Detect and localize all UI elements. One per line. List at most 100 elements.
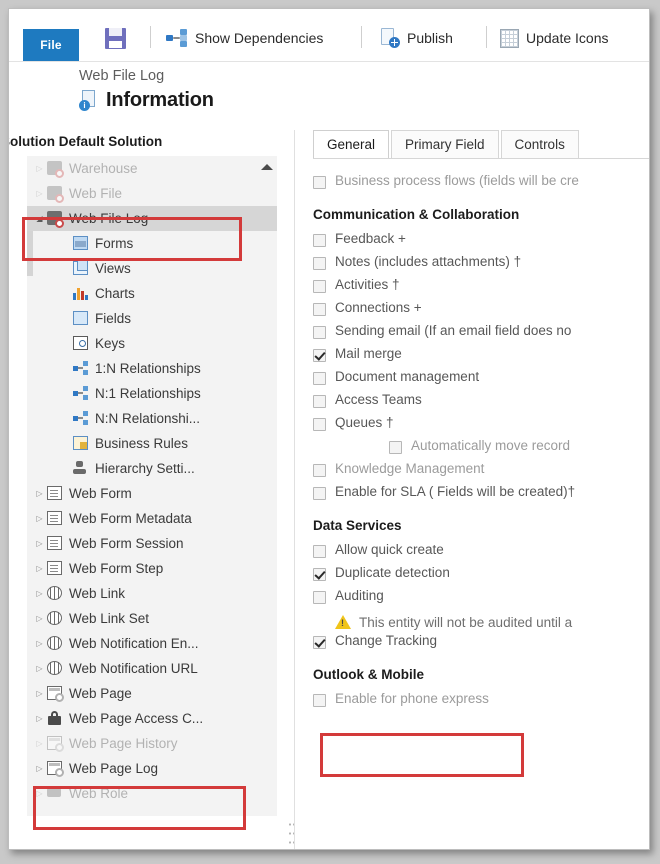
option-label: Notes (includes attachments) † bbox=[335, 254, 522, 269]
tree-node-web-notification-url[interactable]: ▷ Web Notification URL bbox=[27, 656, 277, 681]
chevron-right-icon[interactable]: ▷ bbox=[33, 564, 46, 573]
save-button[interactable] bbox=[105, 23, 126, 53]
entity-icon bbox=[47, 211, 64, 228]
option-change-tracking[interactable]: Change Tracking bbox=[313, 633, 649, 656]
option-notes-includes-attachments[interactable]: Notes (includes attachments) † bbox=[313, 254, 649, 277]
tree-node-web-notification-en[interactable]: ▷ Web Notification En... bbox=[27, 631, 277, 656]
tree-node-web-role[interactable]: ▷ Web Role bbox=[27, 781, 277, 806]
checkbox-checked-icon[interactable] bbox=[313, 636, 326, 649]
checkbox-unchecked-icon[interactable] bbox=[313, 395, 326, 408]
file-tab[interactable]: File bbox=[23, 29, 79, 61]
chevron-right-icon[interactable]: ▷ bbox=[33, 514, 46, 523]
chevron-right-icon[interactable]: ▷ bbox=[33, 164, 46, 173]
tree-node-web-form[interactable]: ▷ Web Form bbox=[27, 481, 277, 506]
chevron-right-icon[interactable]: ▷ bbox=[33, 614, 46, 623]
option-sending-email-if-an-email-field-does-no[interactable]: Sending email (If an email field does no bbox=[313, 323, 649, 346]
chevron-right-icon[interactable]: ▷ bbox=[33, 589, 46, 598]
checkbox-checked-icon[interactable] bbox=[313, 568, 326, 581]
checkbox-unchecked-icon[interactable] bbox=[313, 591, 326, 604]
tree-node-1-n-relationships[interactable]: 1:N Relationships bbox=[27, 356, 277, 381]
option-access-teams[interactable]: Access Teams bbox=[313, 392, 649, 415]
checkbox-unchecked-icon[interactable] bbox=[313, 280, 326, 293]
option-mail-merge[interactable]: Mail merge bbox=[313, 346, 649, 369]
checkbox-unchecked-icon[interactable] bbox=[313, 303, 326, 316]
checkbox-unchecked-icon[interactable] bbox=[313, 487, 326, 500]
option-automatically-move-record[interactable]: Automatically move record bbox=[313, 438, 649, 461]
publish-button[interactable]: Publish bbox=[380, 23, 453, 53]
checkbox-unchecked-icon[interactable] bbox=[313, 694, 326, 707]
option-activities[interactable]: Activities † bbox=[313, 277, 649, 300]
solution-tree[interactable]: ▷ Warehouse ▷ Web File ◢ Web File Log Forms Vie… bbox=[27, 156, 277, 816]
option-label: Allow quick create bbox=[335, 542, 444, 557]
chevron-right-icon[interactable]: ▷ bbox=[33, 664, 46, 673]
tree-node-web-file-log[interactable]: ◢ Web File Log bbox=[27, 206, 277, 231]
option-allow-quick-create[interactable]: Allow quick create bbox=[313, 542, 649, 565]
option-queues[interactable]: Queues † bbox=[313, 415, 649, 438]
show-dependencies-button[interactable]: Show Dependencies bbox=[166, 23, 323, 53]
tree-node-web-page-access-c[interactable]: ▷ Web Page Access C... bbox=[27, 706, 277, 731]
option-knowledge-management[interactable]: Knowledge Management bbox=[313, 461, 649, 484]
tree-node-charts[interactable]: Charts bbox=[27, 281, 277, 306]
option-auditing[interactable]: Auditing bbox=[313, 588, 649, 611]
tree-node-web-file[interactable]: ▷ Web File bbox=[27, 181, 277, 206]
tree-node-hierarchy-setti[interactable]: Hierarchy Setti... bbox=[27, 456, 277, 481]
tree-node-forms[interactable]: Forms bbox=[27, 231, 277, 256]
tab-controls[interactable]: Controls bbox=[500, 130, 579, 159]
tree-node-fields[interactable]: Fields bbox=[27, 306, 277, 331]
checkbox-unchecked-icon[interactable] bbox=[389, 441, 402, 454]
page-title: Information bbox=[106, 89, 214, 111]
checkbox-unchecked-icon[interactable] bbox=[313, 372, 326, 385]
checkbox-unchecked-icon[interactable] bbox=[313, 234, 326, 247]
splitter-grip[interactable] bbox=[288, 820, 294, 849]
chevron-right-icon[interactable]: ▷ bbox=[33, 764, 46, 773]
checkbox-unchecked-icon[interactable] bbox=[313, 418, 326, 431]
tree-node-web-form-session[interactable]: ▷ Web Form Session bbox=[27, 531, 277, 556]
chevron-down-icon[interactable]: ◢ bbox=[33, 214, 46, 223]
tree-node-label: N:N Relationshi... bbox=[95, 411, 201, 426]
tree-node-web-page[interactable]: ▷ Web Page bbox=[27, 681, 277, 706]
tree-node-icon bbox=[46, 710, 65, 727]
option-feedback[interactable]: Feedback + bbox=[313, 231, 649, 254]
tree-node-web-page-log[interactable]: ▷ Web Page Log bbox=[27, 756, 277, 781]
tree-node-web-page-history[interactable]: ▷ Web Page History bbox=[27, 731, 277, 756]
tree-node-web-link-set[interactable]: ▷ Web Link Set bbox=[27, 606, 277, 631]
tab-general[interactable]: General bbox=[313, 130, 390, 159]
chevron-right-icon[interactable]: ▷ bbox=[33, 639, 46, 648]
tree-node-n-1-relationships[interactable]: N:1 Relationships bbox=[27, 381, 277, 406]
option-enable-for-sla-fields-will-be-created[interactable]: Enable for SLA ( Fields will be created)… bbox=[313, 484, 649, 507]
chevron-right-icon[interactable]: ▷ bbox=[33, 689, 46, 698]
checkbox-checked-icon[interactable] bbox=[313, 349, 326, 362]
update-icons-button[interactable]: Update Icons bbox=[500, 23, 609, 53]
tree-node-web-link[interactable]: ▷ Web Link bbox=[27, 581, 277, 606]
option-document-management[interactable]: Document management bbox=[313, 369, 649, 392]
chevron-right-icon[interactable]: ▷ bbox=[33, 789, 46, 798]
chevron-right-icon[interactable]: ▷ bbox=[33, 714, 46, 723]
checkbox-unchecked-icon[interactable] bbox=[313, 464, 326, 477]
checkbox-unchecked-icon[interactable] bbox=[313, 326, 326, 339]
tree-node-keys[interactable]: Keys bbox=[27, 331, 277, 356]
tree-node-label: N:1 Relationships bbox=[95, 386, 201, 401]
checkbox-unchecked-icon[interactable] bbox=[313, 545, 326, 558]
tree-node-views[interactable]: Views bbox=[27, 256, 277, 281]
option-label: Duplicate detection bbox=[335, 565, 450, 580]
chevron-right-icon[interactable]: ▷ bbox=[33, 489, 46, 498]
tree-node-label: Business Rules bbox=[95, 436, 189, 451]
checkbox-unchecked-icon[interactable] bbox=[313, 257, 326, 270]
tree-node-web-form-step[interactable]: ▷ Web Form Step bbox=[27, 556, 277, 581]
option-duplicate-detection[interactable]: Duplicate detection bbox=[313, 565, 649, 588]
tree-node-label: Web File bbox=[69, 186, 123, 201]
tree-node-business-rules[interactable]: Business Rules bbox=[27, 431, 277, 456]
tab-primary-field[interactable]: Primary Field bbox=[391, 130, 499, 159]
chevron-right-icon[interactable]: ▷ bbox=[33, 739, 46, 748]
option-business-process-flows-fields-will-be-cr[interactable]: Business process flows (fields will be c… bbox=[313, 173, 649, 196]
tree-node-n-n-relationshi[interactable]: N:N Relationshi... bbox=[27, 406, 277, 431]
tree-node-warehouse[interactable]: ▷ Warehouse bbox=[27, 156, 277, 181]
chevron-right-icon[interactable]: ▷ bbox=[33, 189, 46, 198]
option-label: Automatically move record bbox=[411, 438, 571, 453]
page-title-row: i Information bbox=[79, 89, 214, 112]
tree-node-web-form-metadata[interactable]: ▷ Web Form Metadata bbox=[27, 506, 277, 531]
chevron-right-icon[interactable]: ▷ bbox=[33, 539, 46, 548]
option-enable-for-phone-express[interactable]: Enable for phone express bbox=[313, 691, 649, 714]
option-connections[interactable]: Connections + bbox=[313, 300, 649, 323]
checkbox-unchecked-icon[interactable] bbox=[313, 176, 326, 189]
